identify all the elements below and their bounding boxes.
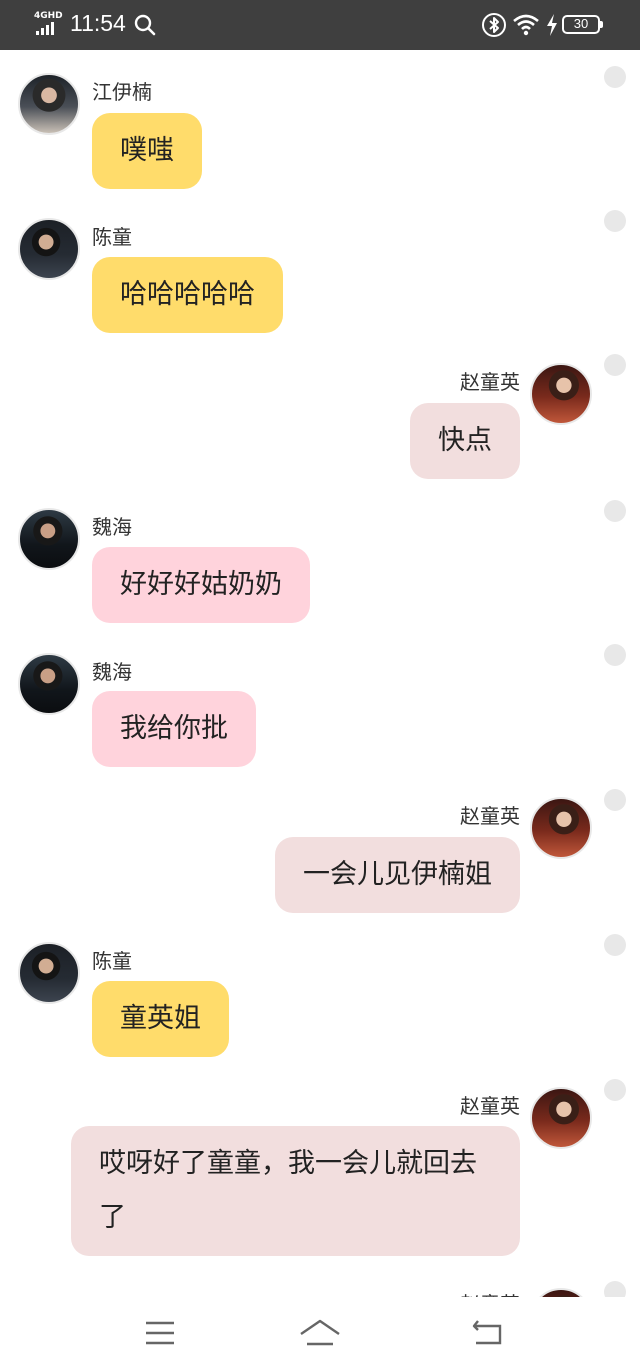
avatar[interactable]: [530, 363, 592, 425]
sender-name: 江伊楠: [92, 80, 152, 104]
select-indicator[interactable]: [604, 66, 626, 88]
navigation-bar: [0, 1297, 640, 1372]
sender-name: 赵童英: [460, 1094, 520, 1118]
sender-name: 陈童: [92, 949, 132, 973]
select-indicator[interactable]: [604, 1079, 626, 1101]
sender-name: 赵童英: [460, 804, 520, 828]
search-icon: [134, 14, 156, 36]
sender-name: 魏海: [92, 515, 132, 539]
avatar[interactable]: [18, 73, 80, 135]
network-indicator: 4GHD: [34, 11, 64, 37]
bluetooth-icon: [482, 13, 506, 37]
message-bubble[interactable]: 一会儿见伊楠姐: [275, 837, 520, 913]
avatar[interactable]: [18, 508, 80, 570]
select-indicator[interactable]: [604, 500, 626, 522]
avatar[interactable]: [530, 797, 592, 859]
select-indicator[interactable]: [604, 1281, 626, 1297]
select-indicator[interactable]: [604, 210, 626, 232]
message-bubble[interactable]: 童英姐: [92, 981, 229, 1057]
clock: 11:54: [70, 10, 126, 36]
message-bubble[interactable]: 快点: [410, 403, 520, 479]
avatar[interactable]: [18, 942, 80, 1004]
back-icon[interactable]: [470, 1317, 506, 1349]
avatar[interactable]: [530, 1087, 592, 1149]
select-indicator[interactable]: [604, 354, 626, 376]
avatar[interactable]: [530, 1288, 592, 1297]
network-label: 4GHD: [34, 11, 63, 21]
menu-icon[interactable]: [142, 1317, 178, 1349]
message-bubble[interactable]: 噗嗤: [92, 113, 202, 189]
select-indicator[interactable]: [604, 789, 626, 811]
avatar[interactable]: [18, 218, 80, 280]
battery-icon: 30: [562, 15, 604, 34]
chat-history[interactable]: 江伊楠 噗嗤 陈童 哈哈哈哈哈 赵童英 快点 魏海 好好好姑奶奶 魏海 我给你批…: [0, 50, 640, 1297]
select-indicator[interactable]: [604, 934, 626, 956]
avatar[interactable]: [18, 653, 80, 715]
home-icon[interactable]: [298, 1317, 342, 1349]
message-bubble[interactable]: 我给你批: [92, 691, 256, 767]
message-bubble[interactable]: 哈哈哈哈哈: [92, 257, 283, 333]
battery-level: 30: [573, 16, 589, 31]
select-indicator[interactable]: [604, 644, 626, 666]
charging-icon: [547, 14, 557, 36]
status-bar: 4GHD 11:54 30: [0, 0, 640, 50]
message-bubble[interactable]: 哎呀好了童童，我一会儿就回去了: [71, 1126, 520, 1256]
wifi-icon: [513, 14, 539, 36]
sender-name: 赵童英: [460, 370, 520, 394]
sender-name: 魏海: [92, 660, 132, 684]
sender-name: 陈童: [92, 225, 132, 249]
message-bubble[interactable]: 好好好姑奶奶: [92, 547, 310, 623]
sender-name: 赵童英: [460, 1288, 520, 1297]
